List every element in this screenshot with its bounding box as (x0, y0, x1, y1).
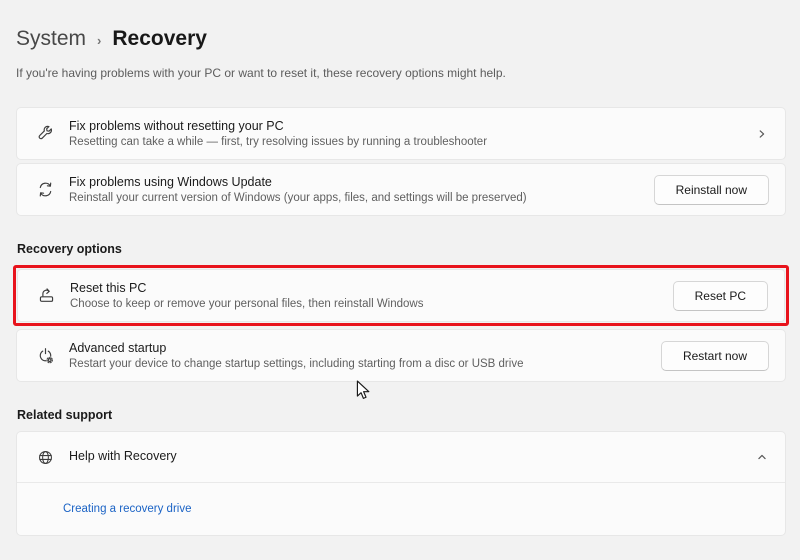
sync-icon (37, 181, 54, 198)
breadcrumb-system[interactable]: System (16, 27, 86, 51)
power-gear-icon (37, 347, 54, 364)
card-title: Reset this PC (70, 281, 673, 295)
globe-icon (37, 449, 54, 466)
help-title-wrap: Help with Recovery (69, 449, 755, 466)
card-reset-pc: Reset this PC Choose to keep or remove y… (17, 269, 785, 322)
help-link-row: Creating a recovery drive (17, 483, 785, 535)
card-subtitle: Resetting can take a while — first, try … (69, 136, 755, 148)
wrench-icon (37, 125, 54, 142)
section-recovery-options: Recovery options (17, 242, 786, 256)
creating-recovery-drive-link[interactable]: Creating a recovery drive (63, 503, 191, 515)
breadcrumb-chevron-icon: › (97, 33, 101, 48)
restart-now-button[interactable]: Restart now (661, 341, 769, 371)
card-reset-pc-text: Reset this PC Choose to keep or remove y… (70, 281, 673, 310)
card-help-with-recovery: Help with Recovery Creating a recovery d… (16, 431, 786, 536)
reinstall-now-button[interactable]: Reinstall now (654, 175, 769, 205)
card-title: Fix problems using Windows Update (69, 175, 654, 189)
card-subtitle: Restart your device to change startup se… (69, 358, 661, 370)
card-troubleshoot[interactable]: Fix problems without resetting your PC R… (16, 107, 786, 160)
help-expander-header[interactable]: Help with Recovery (17, 432, 785, 482)
card-troubleshoot-text: Fix problems without resetting your PC R… (69, 119, 755, 148)
card-subtitle: Reinstall your current version of Window… (69, 192, 654, 204)
card-title: Help with Recovery (69, 449, 755, 463)
page-description: If you're having problems with your PC o… (16, 66, 786, 80)
section-related-support: Related support (17, 408, 786, 422)
reset-pc-icon (38, 287, 55, 304)
reset-pc-button[interactable]: Reset PC (673, 281, 768, 311)
chevron-up-icon (755, 450, 769, 464)
recovery-settings-page: System › Recovery If you're having probl… (0, 27, 800, 536)
card-windows-update-text: Fix problems using Windows Update Reinst… (69, 175, 654, 204)
chevron-right-icon (755, 127, 769, 141)
card-advanced-startup: Advanced startup Restart your device to … (16, 329, 786, 382)
top-cards: Fix problems without resetting your PC R… (16, 107, 786, 216)
page-title: Recovery (112, 27, 207, 51)
card-title: Advanced startup (69, 341, 661, 355)
card-advanced-startup-text: Advanced startup Restart your device to … (69, 341, 661, 370)
card-title: Fix problems without resetting your PC (69, 119, 755, 133)
card-subtitle: Choose to keep or remove your personal f… (70, 298, 673, 310)
red-annotation-box: Reset this PC Choose to keep or remove y… (13, 265, 789, 326)
card-windows-update: Fix problems using Windows Update Reinst… (16, 163, 786, 216)
breadcrumb: System › Recovery (16, 27, 786, 51)
